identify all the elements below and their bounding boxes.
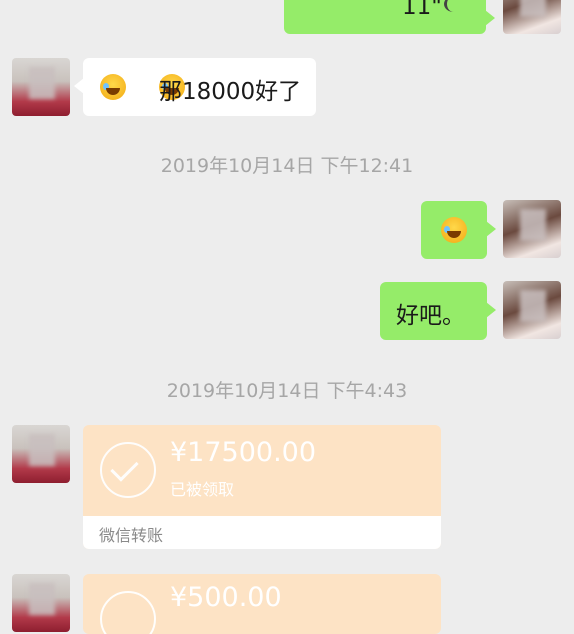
sent-message-bubble[interactable]: 11" xyxy=(284,0,495,34)
avatar[interactable] xyxy=(12,425,70,483)
received-check-icon xyxy=(100,591,156,634)
avatar[interactable] xyxy=(12,58,70,116)
transfer-amount: ¥17500.00 xyxy=(170,437,317,468)
transfer-amount: ¥500.00 xyxy=(170,582,282,613)
crying-laughing-emoji-icon xyxy=(100,74,126,100)
transfer-footer: 微信转账 xyxy=(83,516,441,549)
transfer-card[interactable]: ¥500.00 xyxy=(83,574,441,634)
avatar[interactable] xyxy=(503,0,561,34)
avatar[interactable] xyxy=(503,281,561,339)
received-check-icon xyxy=(100,442,156,498)
avatar[interactable] xyxy=(503,200,561,258)
sent-message-bubble[interactable]: 好吧。 xyxy=(380,282,496,340)
tears-of-joy-emoji-icon xyxy=(441,217,467,243)
message-timestamp: 2019年10月14日 下午4:43 xyxy=(166,380,408,402)
voice-wave-icon xyxy=(444,0,463,12)
message-text: 好吧。 xyxy=(396,303,465,329)
message-text: 11" xyxy=(402,0,442,20)
avatar[interactable] xyxy=(12,574,70,632)
transfer-card[interactable]: ¥17500.00 已被领取 微信转账 xyxy=(83,425,441,549)
received-message-bubble[interactable]: 那18000好了 xyxy=(74,58,316,116)
transfer-status: 已被领取 xyxy=(170,480,235,499)
message-text: 那18000好了 xyxy=(159,79,302,105)
message-timestamp: 2019年10月14日 下午12:41 xyxy=(160,155,414,177)
sent-message-bubble[interactable] xyxy=(421,201,496,259)
transfer-footer-label: 微信转账 xyxy=(99,526,164,545)
